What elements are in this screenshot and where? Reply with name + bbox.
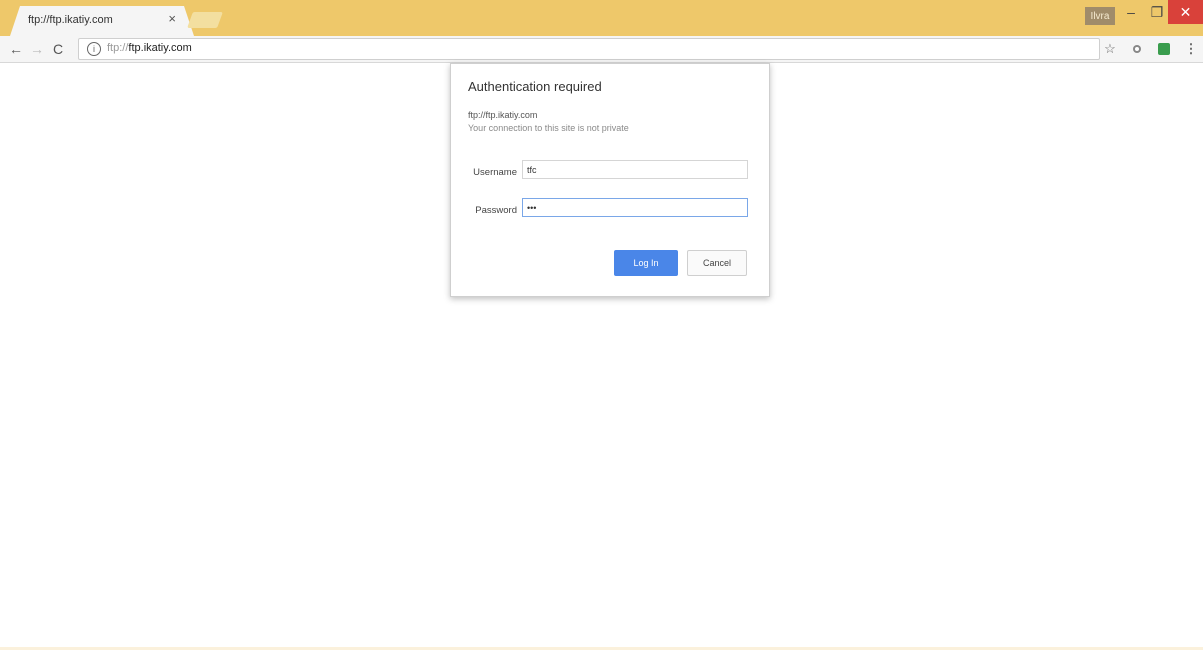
url-text[interactable]: ftp://ftp.ikatiy.com — [107, 42, 192, 54]
dialog-origin: ftp://ftp.ikatiy.com — [468, 110, 538, 120]
auth-dialog: Authentication required ftp://ftp.ikatiy… — [450, 63, 770, 297]
reload-icon[interactable]: C — [48, 39, 68, 59]
close-window-button[interactable]: ✕ — [1168, 0, 1203, 24]
info-icon[interactable]: i — [87, 42, 101, 56]
title-bar: ftp://ftp.ikatiy.com × Ilvra – ❐ ✕ — [0, 0, 1203, 36]
dialog-warning: Your connection to this site is not priv… — [468, 123, 629, 133]
url-host: ftp.ikatiy.com — [128, 42, 192, 54]
bookmark-star-icon[interactable]: ☆ — [1101, 40, 1119, 58]
password-label: Password — [475, 205, 517, 216]
profile-button[interactable]: Ilvra — [1085, 7, 1115, 25]
tab-title: ftp://ftp.ikatiy.com — [28, 14, 113, 26]
address-bar[interactable]: i ftp://ftp.ikatiy.com — [78, 38, 1100, 60]
menu-icon[interactable]: ⋮ — [1182, 40, 1200, 58]
url-scheme: ftp:// — [107, 42, 129, 54]
login-button[interactable]: Log In — [614, 250, 678, 276]
dialog-title: Authentication required — [468, 79, 602, 94]
password-field[interactable] — [522, 198, 748, 217]
cancel-button[interactable]: Cancel — [687, 250, 747, 276]
active-tab[interactable]: ftp://ftp.ikatiy.com × — [10, 6, 194, 36]
green-extension-icon[interactable] — [1155, 40, 1173, 58]
new-tab-button[interactable] — [187, 12, 223, 28]
username-field[interactable] — [522, 160, 748, 179]
forward-arrow-icon[interactable]: → — [27, 39, 47, 59]
tab-close-icon[interactable]: × — [168, 11, 176, 26]
back-arrow-icon[interactable]: ← — [6, 39, 26, 59]
extension-icon[interactable] — [1128, 40, 1146, 58]
username-label: Username — [473, 167, 517, 178]
browser-toolbar: ← → C i ftp://ftp.ikatiy.com ☆ ⋮ — [0, 36, 1203, 63]
